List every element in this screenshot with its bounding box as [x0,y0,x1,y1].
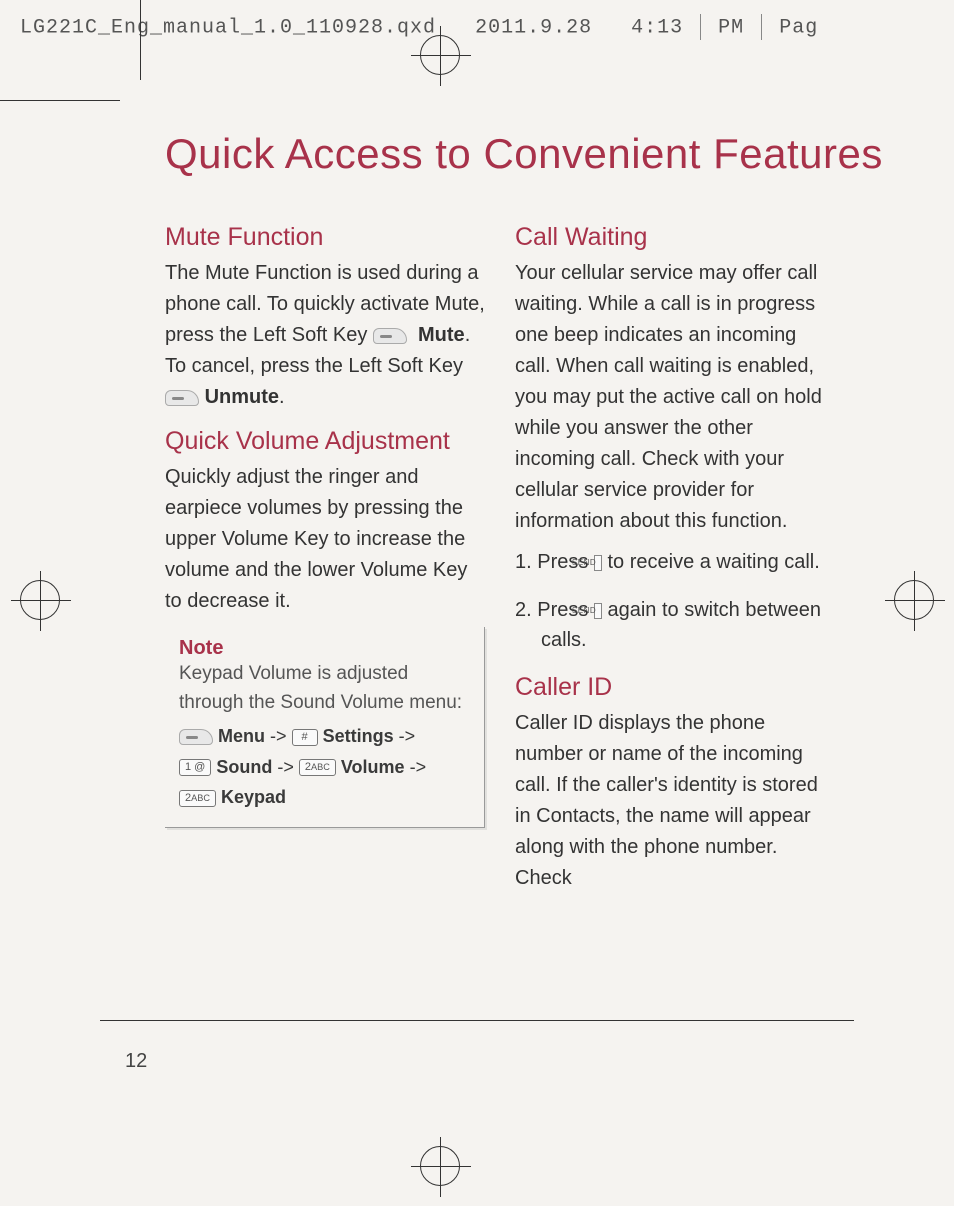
menu-path: Menu -> # Settings -> 1 @ Sound -> 2ABC … [179,721,470,813]
hash-key-icon: # [292,729,318,746]
registration-mark-icon [20,580,60,620]
two-key-icon: 2ABC [299,759,336,776]
left-soft-key-icon [165,390,199,406]
heading-caller-id: Caller ID [515,673,835,702]
file-header: LG221C_Eng_manual_1.0_110928.qxd 2011.9.… [0,10,954,44]
left-column: Mute Function The Mute Function is used … [165,215,485,894]
note-title: Note [179,637,470,660]
heading-volume: Quick Volume Adjustment [165,427,485,456]
heading-call-waiting: Call Waiting [515,223,835,252]
crop-line [0,100,120,101]
page-number: 12 [125,1050,147,1073]
registration-mark-icon [894,580,934,620]
mute-paragraph: The Mute Function is used during a phone… [165,258,485,413]
call-waiting-steps: 1. Press SEND to receive a waiting call.… [515,547,835,655]
note-box: Note Keypad Volume is adjusted through t… [165,627,485,828]
caller-id-paragraph: Caller ID displays the phone number or n… [515,708,835,894]
one-key-icon: 1 @ [179,759,211,776]
step-2: 2. Press SEND again to switch between ca… [515,595,835,655]
header-ampm: PM [718,16,744,39]
header-time: 4:13 [631,16,683,39]
footer-rule [100,1020,854,1021]
send-key-icon: SEND [594,603,602,619]
header-date: 2011.9.28 [475,16,592,39]
step-1: 1. Press SEND to receive a waiting call. [515,547,835,577]
note-text: Keypad Volume is adjusted through the So… [179,660,470,717]
left-soft-key-icon [373,328,407,344]
right-column: Call Waiting Your cellular service may o… [515,215,835,894]
heading-mute: Mute Function [165,223,485,252]
send-key-icon: SEND [594,555,602,571]
header-page-label: Pag [779,16,818,39]
header-filename: LG221C_Eng_manual_1.0_110928.qxd [20,16,436,39]
two-key-icon: 2ABC [179,790,216,807]
registration-mark-icon [420,1146,460,1186]
volume-paragraph: Quickly adjust the ringer and earpiece v… [165,462,485,617]
call-waiting-paragraph: Your cellular service may offer call wai… [515,258,835,537]
crop-line [140,0,141,80]
page-title: Quick Access to Convenient Features [165,130,883,178]
registration-mark-icon [420,35,460,75]
content-area: Mute Function The Mute Function is used … [165,215,835,894]
left-soft-key-icon [179,729,213,745]
